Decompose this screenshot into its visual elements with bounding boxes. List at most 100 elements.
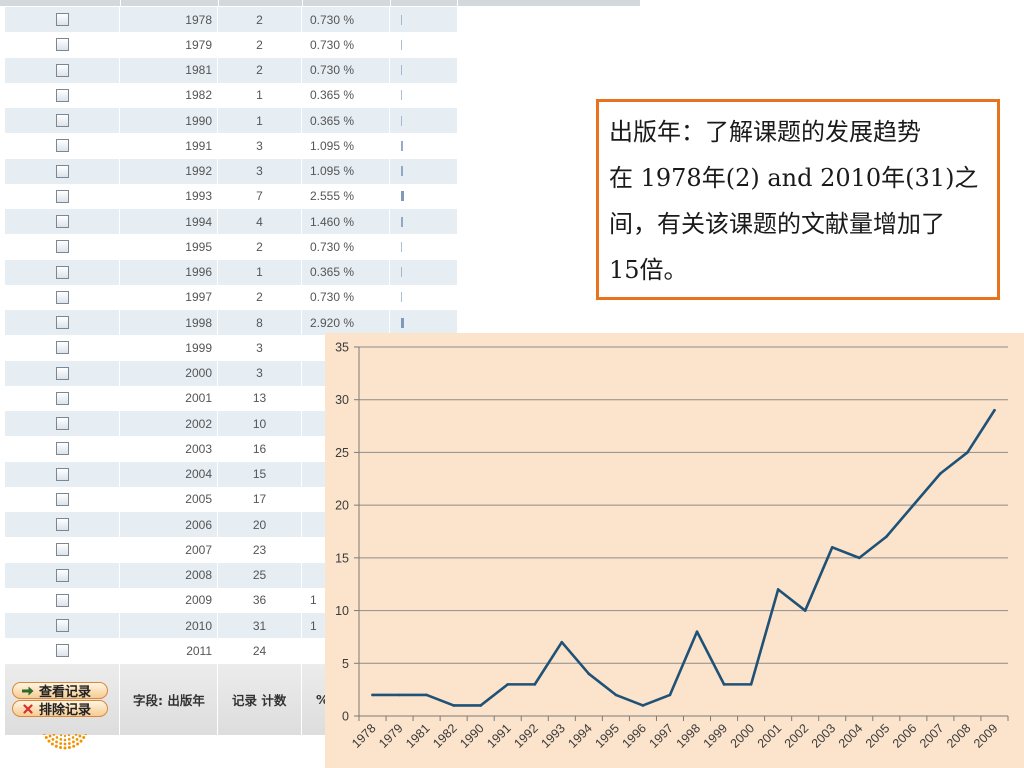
data-point [803, 609, 807, 612]
x-tick-label: 1990 [457, 721, 487, 751]
chart-canvas: 0510152025303519781979198119821990199119… [335, 341, 1009, 751]
count-cell: 8 [218, 310, 302, 336]
select-cell [5, 613, 120, 639]
row-checkbox[interactable] [55, 38, 69, 52]
row-checkbox[interactable] [55, 88, 69, 102]
select-cell [5, 587, 120, 613]
x-tick-label: 2004 [836, 721, 866, 751]
row-checkbox[interactable] [55, 265, 69, 279]
row-checkbox[interactable] [55, 518, 69, 532]
logo-dot [59, 738, 63, 741]
percent-bar [401, 39, 402, 50]
row-checkbox[interactable] [55, 63, 69, 77]
select-cell [5, 310, 120, 336]
logo-dot [52, 734, 56, 736]
logo-dot [59, 734, 63, 737]
row-checkbox[interactable] [55, 619, 69, 633]
count-cell: 36 [218, 587, 302, 613]
row-checkbox[interactable] [55, 114, 69, 128]
select-cell [5, 638, 120, 664]
logo-dot [67, 746, 71, 750]
bar-cell [390, 7, 457, 32]
count-cell: 7 [218, 183, 302, 209]
row-checkbox[interactable] [55, 593, 69, 607]
year-cell: 1996 [120, 259, 218, 285]
logo-dot [44, 736, 48, 740]
year-cell: 1992 [120, 158, 218, 184]
row-checkbox[interactable] [55, 189, 69, 203]
row-checkbox[interactable] [55, 442, 69, 456]
row-checkbox[interactable] [55, 341, 69, 355]
row-checkbox[interactable] [55, 366, 69, 380]
year-cell: 1982 [120, 82, 218, 108]
y-tick-label: 30 [335, 393, 349, 407]
row-checkbox[interactable] [55, 290, 69, 304]
select-cell [5, 486, 120, 512]
row-checkbox[interactable] [55, 568, 69, 582]
data-point [830, 546, 834, 549]
table-row: 1990 1 0.365 % [5, 108, 457, 134]
select-cell [5, 284, 120, 310]
row-checkbox[interactable] [55, 467, 69, 481]
x-tick-label: 1979 [376, 721, 406, 751]
percent-bar [401, 216, 403, 227]
year-cell: 2002 [120, 411, 218, 437]
data-point [560, 640, 564, 644]
count-cell: 17 [218, 486, 302, 512]
row-checkbox[interactable] [55, 215, 69, 229]
data-point [912, 503, 915, 507]
view-records-button[interactable]: 查看记录 [12, 682, 108, 700]
x-tick-label: 2007 [917, 721, 947, 751]
row-checkbox[interactable] [55, 417, 69, 431]
row-checkbox[interactable] [55, 316, 69, 330]
row-checkbox[interactable] [55, 492, 69, 506]
select-cell [5, 512, 120, 538]
bar-cell [390, 285, 457, 310]
count-cell: 3 [218, 360, 302, 386]
row-checkbox[interactable] [55, 13, 69, 27]
year-cell: 2011 [120, 638, 218, 664]
data-point [993, 408, 996, 412]
column-divider [390, 0, 391, 6]
logo-dot [47, 739, 51, 743]
row-checkbox[interactable] [55, 391, 69, 405]
count-cell: 24 [218, 638, 302, 664]
select-cell [5, 209, 120, 235]
percent-cell: 1.095 % [302, 158, 390, 184]
percent-bar [401, 14, 402, 25]
count-cell: 1 [218, 259, 302, 285]
note-text-line: 15倍。 [609, 256, 688, 284]
count-cell: 20 [218, 512, 302, 538]
percent-bar [401, 115, 402, 126]
percent-cell: 0.730 % [302, 57, 390, 83]
bar-cell [390, 209, 457, 234]
row-checkbox[interactable] [55, 164, 69, 178]
x-tick-label: 2000 [728, 721, 758, 751]
y-tick-label: 15 [335, 551, 349, 565]
percent-bar [401, 191, 404, 202]
table-row: 1997 2 0.730 % [5, 284, 457, 310]
bar-cell [390, 184, 457, 209]
x-tick-label: 2009 [971, 721, 1001, 751]
data-point [398, 693, 401, 697]
row-checkbox[interactable] [55, 543, 69, 557]
y-tick-label: 25 [335, 446, 349, 460]
table-row: 1992 3 1.095 % [5, 158, 457, 184]
x-tick-label: 1993 [538, 721, 568, 751]
row-checkbox[interactable] [55, 240, 69, 254]
column-divider [218, 0, 219, 6]
exclude-records-button[interactable]: 排除记录 [12, 700, 108, 718]
year-cell: 1978 [120, 7, 218, 33]
x-tick-label: 2002 [782, 721, 812, 751]
row-checkbox[interactable] [55, 139, 69, 153]
year-cell: 2007 [120, 537, 218, 563]
logo-dot [74, 734, 78, 736]
x-tick-label: 1981 [403, 721, 433, 751]
percent-cell: 1.095 % [302, 133, 390, 159]
row-checkbox[interactable] [55, 644, 69, 658]
x-tick-label: 1978 [349, 721, 379, 751]
table-row: 1996 1 0.365 % [5, 259, 457, 285]
year-cell: 2001 [120, 385, 218, 411]
logo-icon [43, 734, 87, 750]
select-cell [5, 158, 120, 184]
